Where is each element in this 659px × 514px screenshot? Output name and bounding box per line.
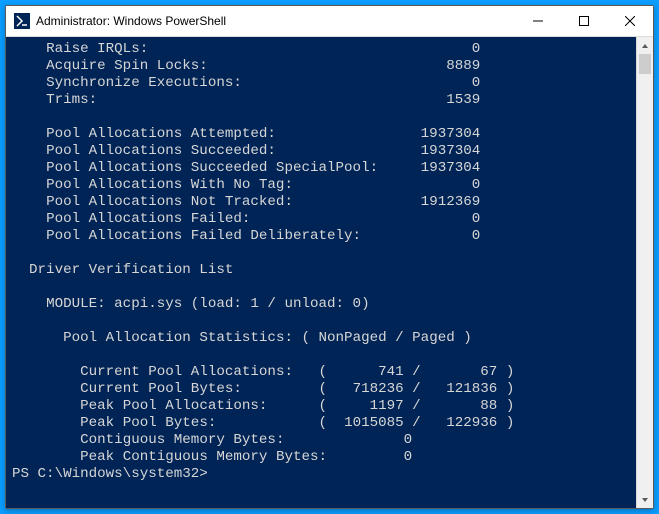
- output-line: Raise IRQLs: 0: [12, 41, 480, 57]
- output-line: Trims: 1539: [12, 92, 480, 108]
- output-line: Pool Allocations Attempted: 1937304: [12, 126, 480, 142]
- powershell-window: Administrator: Windows PowerShell Raise …: [5, 5, 654, 509]
- blank-line: [12, 109, 21, 125]
- titlebar[interactable]: Administrator: Windows PowerShell: [6, 6, 653, 37]
- scroll-up-button[interactable]: [637, 37, 653, 54]
- output-line: Acquire Spin Locks: 8889: [12, 58, 480, 74]
- output-line: Synchronize Executions: 0: [12, 75, 480, 91]
- console-output[interactable]: Raise IRQLs: 0 Acquire Spin Locks: 8889 …: [6, 37, 636, 508]
- blank-line: [12, 245, 21, 261]
- prompt[interactable]: PS C:\Windows\system32>: [12, 466, 208, 482]
- powershell-icon: [14, 13, 30, 29]
- blank-line: [12, 347, 21, 363]
- pool-line: Peak Pool Allocations: ( 1197 / 88 ): [12, 398, 514, 414]
- scroll-down-button[interactable]: [637, 491, 653, 508]
- scroll-track[interactable]: [637, 54, 653, 491]
- pool-line: Contiguous Memory Bytes: 0: [12, 432, 412, 448]
- vertical-scrollbar[interactable]: [636, 37, 653, 508]
- section-heading: Driver Verification List: [12, 262, 233, 278]
- pool-stats-header: Pool Allocation Statistics: ( NonPaged /…: [12, 330, 472, 346]
- pool-line: Current Pool Bytes: ( 718236 / 121836 ): [12, 381, 514, 397]
- output-line: Pool Allocations Not Tracked: 1912369: [12, 194, 480, 210]
- pool-line: Current Pool Allocations: ( 741 / 67 ): [12, 364, 514, 380]
- module-line: MODULE: acpi.sys (load: 1 / unload: 0): [12, 296, 370, 312]
- close-button[interactable]: [607, 6, 653, 37]
- scroll-thumb[interactable]: [639, 54, 651, 74]
- window-title: Administrator: Windows PowerShell: [36, 14, 515, 28]
- output-line: Pool Allocations Succeeded: 1937304: [12, 143, 480, 159]
- output-line: Pool Allocations Failed Deliberately: 0: [12, 228, 480, 244]
- blank-line: [12, 313, 21, 329]
- output-line: Pool Allocations Failed: 0: [12, 211, 480, 227]
- blank-line: [12, 279, 21, 295]
- minimize-button[interactable]: [515, 6, 561, 37]
- output-line: Pool Allocations With No Tag: 0: [12, 177, 480, 193]
- maximize-button[interactable]: [561, 6, 607, 37]
- pool-line: Peak Contiguous Memory Bytes: 0: [12, 449, 412, 465]
- pool-line: Peak Pool Bytes: ( 1015085 / 122936 ): [12, 415, 514, 431]
- output-line: Pool Allocations Succeeded SpecialPool: …: [12, 160, 480, 176]
